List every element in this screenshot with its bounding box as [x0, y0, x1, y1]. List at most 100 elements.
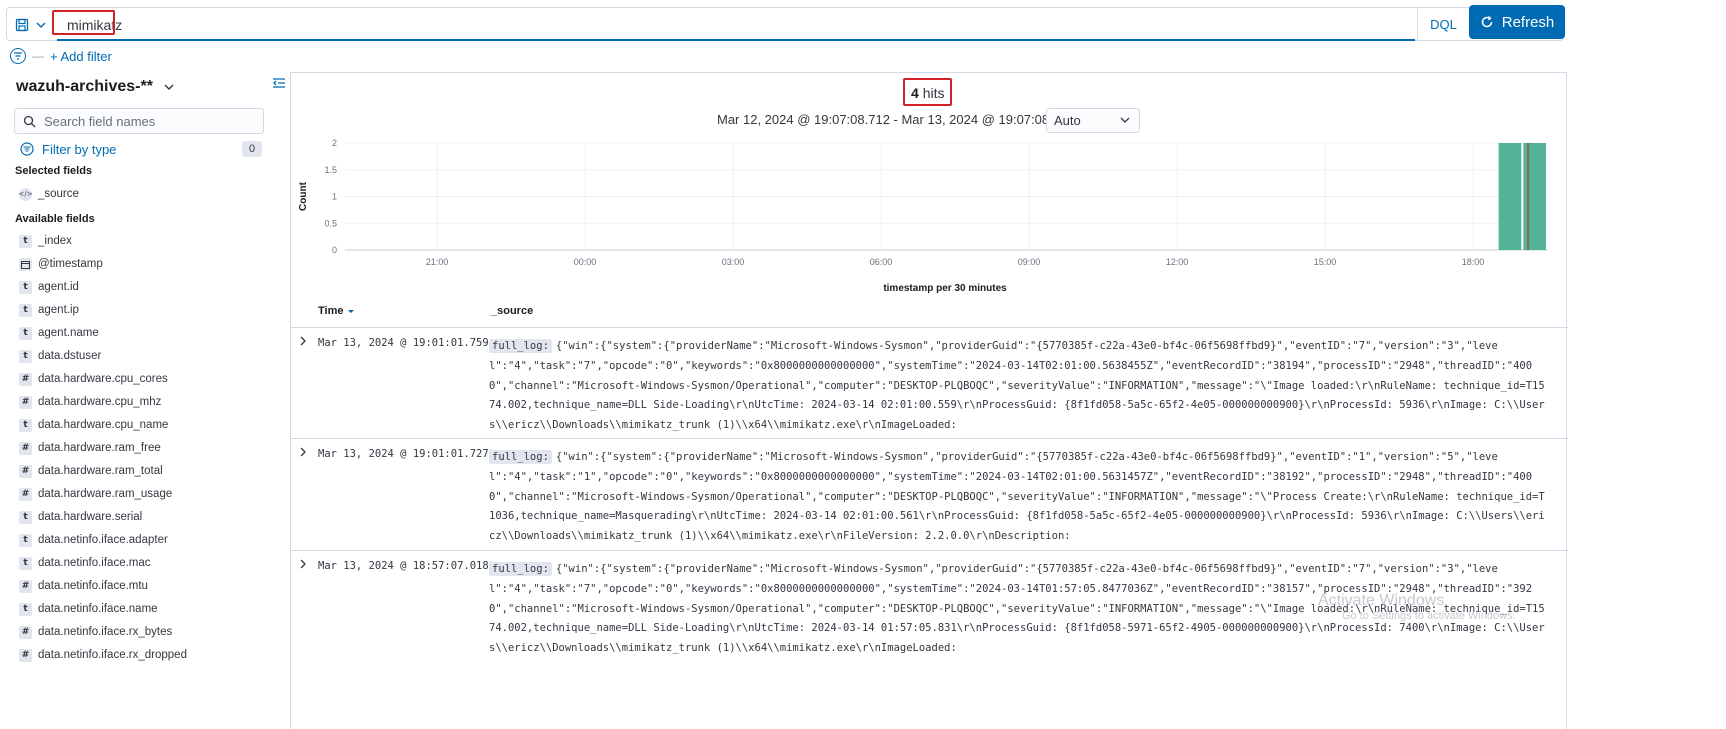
field-item[interactable]: # data.netinfo.iface.rx_dropped	[19, 646, 187, 664]
x-tick-label: 12:00	[1166, 257, 1189, 267]
refresh-button[interactable]: Refresh	[1469, 5, 1565, 39]
field-item[interactable]: # data.netinfo.iface.rx_bytes	[19, 623, 172, 641]
table-header: Time _source	[291, 305, 1568, 327]
selected-fields-title: Selected fields	[15, 165, 93, 177]
table-row: Mar 13, 2024 @ 19:01:01.727 full_log: {"wi…	[291, 438, 1568, 550]
number-field-icon: #	[19, 464, 32, 478]
x-tick-label: 18:00	[1462, 257, 1485, 267]
hits-label: hits	[922, 85, 945, 101]
number-field-icon: #	[19, 579, 32, 593]
query-input[interactable]	[59, 12, 1417, 38]
field-item[interactable]: # data.hardware.cpu_mhz	[19, 393, 161, 411]
expand-row-icon[interactable]	[299, 559, 307, 572]
number-field-icon: #	[19, 441, 32, 455]
expand-row-icon[interactable]	[299, 336, 307, 349]
x-tick-label: 06:00	[870, 257, 893, 267]
field-name: data.hardware.cpu_cores	[38, 373, 168, 385]
string-field-icon: t	[19, 602, 32, 616]
field-name: data.netinfo.iface.mac	[38, 557, 151, 569]
date-range-label: Mar 12, 2024 @ 19:07:08.712 - Mar 13, 20…	[717, 112, 1075, 127]
field-name: agent.name	[38, 327, 99, 339]
field-item[interactable]: t _index	[19, 232, 72, 250]
field-item[interactable]: t data.netinfo.iface.mac	[19, 554, 151, 572]
expand-row-icon[interactable]	[299, 447, 307, 460]
chevron-down-icon	[164, 84, 174, 90]
x-axis-title: timestamp per 30 minutes	[883, 283, 1007, 294]
field-name: data.hardware.serial	[38, 511, 143, 523]
windows-activation-watermark: Activate Windows Go to Settings to activ…	[1318, 592, 1516, 622]
calendar-icon	[19, 257, 32, 271]
interval-select[interactable]: Auto	[1046, 108, 1140, 133]
watermark-subtitle: Go to Settings to activate Windows.	[1342, 610, 1516, 622]
row-time: Mar 13, 2024 @ 18:57:07.018	[318, 560, 489, 572]
interval-value: Auto	[1054, 113, 1081, 128]
field-item[interactable]: # data.hardware.ram_usage	[19, 485, 172, 503]
field-item[interactable]: t data.dstuser	[19, 347, 101, 365]
field-name: data.hardware.cpu_name	[38, 419, 169, 431]
field-label: full_log:	[489, 562, 552, 576]
source-column-header: _source	[491, 305, 534, 317]
filter-by-type-button[interactable]: Filter by type 0	[20, 140, 262, 158]
refresh-label: Refresh	[1501, 13, 1555, 31]
add-filter-button[interactable]: + Add filter	[50, 49, 112, 64]
x-tick-label: 15:00	[1314, 257, 1337, 267]
chevron-down-icon	[36, 22, 46, 28]
refresh-icon	[1481, 16, 1492, 28]
field-item[interactable]: t data.netinfo.iface.name	[19, 600, 158, 618]
query-bar: DQL	[6, 7, 1564, 41]
row-source: full_log: {"win":{"system":{"providerName…	[489, 337, 1549, 436]
field-name: _index	[38, 235, 72, 247]
field-name: data.hardware.ram_total	[38, 465, 163, 477]
string-field-icon: t	[19, 326, 32, 340]
saved-query-button[interactable]	[15, 16, 53, 34]
field-item[interactable]: # data.hardware.cpu_cores	[19, 370, 168, 388]
y-tick-label: 0	[332, 245, 337, 255]
field-item[interactable]: @timestamp	[19, 255, 103, 273]
results-panel: 4 hits Mar 12, 2024 @ 19:07:08.712 - Mar…	[290, 72, 1568, 729]
field-name: data.netinfo.iface.name	[38, 603, 158, 615]
sort-down-icon	[348, 310, 355, 313]
field-name: data.hardware.cpu_mhz	[38, 396, 162, 408]
dql-language-button[interactable]: DQL	[1417, 8, 1469, 40]
field-item[interactable]: # data.netinfo.iface.mtu	[19, 577, 148, 595]
string-field-icon: t	[19, 556, 32, 570]
x-tick-label: 00:00	[574, 257, 597, 267]
field-item[interactable]: t agent.ip	[19, 301, 79, 319]
time-column-header[interactable]: Time	[318, 305, 355, 317]
watermark-title: Activate Windows	[1318, 592, 1445, 609]
table-row: Mar 13, 2024 @ 19:01:01.759 full_log: {"wi…	[291, 327, 1568, 438]
string-field-icon: t	[19, 349, 32, 363]
field-item[interactable]: t agent.name	[19, 324, 99, 342]
string-field-icon: t	[19, 533, 32, 547]
field-name: _source	[38, 188, 79, 200]
collapse-sidebar-icon[interactable]	[272, 76, 286, 92]
x-tick-label: 09:00	[1018, 257, 1041, 267]
number-field-icon: #	[19, 648, 32, 662]
save-icon	[15, 18, 29, 32]
field-label: full_log:	[489, 450, 552, 464]
hits-number: 4	[911, 85, 919, 101]
filter-count-badge: 0	[242, 141, 262, 157]
field-item[interactable]: # data.hardware.ram_total	[19, 462, 163, 480]
string-field-icon: t	[19, 303, 32, 317]
field-item[interactable]: t agent.id	[19, 278, 79, 296]
index-pattern-selector[interactable]: wazuh-archives-**	[16, 78, 175, 96]
field-item-source[interactable]: </> _source	[18, 185, 79, 203]
field-item[interactable]: t data.hardware.cpu_name	[19, 416, 168, 434]
histogram-chart: 0 0.5 1 1.5 2 21:00 00:00 03:00 06:00 09:00 12:00 1…	[298, 138, 1548, 294]
field-item[interactable]: t data.netinfo.iface.adapter	[19, 531, 168, 549]
row-source: full_log: {"win":{"system":{"providerName…	[489, 448, 1549, 547]
row-source-text: {"win":{"system":{"providerName":"Micros…	[489, 451, 1545, 543]
y-tick-label: 1	[332, 192, 337, 202]
string-field-icon: t	[19, 280, 32, 294]
number-field-icon: #	[19, 395, 32, 409]
search-field-names-input[interactable]: Search field names	[14, 108, 264, 134]
field-item[interactable]: t data.hardware.serial	[19, 508, 142, 526]
chevron-down-icon	[1120, 117, 1130, 123]
row-time: Mar 13, 2024 @ 19:01:01.759	[318, 337, 489, 349]
filter-options-icon[interactable]	[10, 48, 26, 64]
field-sidebar: wazuh-archives-** Search field names Fil…	[0, 72, 286, 729]
field-item[interactable]: # data.hardware.ram_free	[19, 439, 161, 457]
filter-bar: — + Add filter	[10, 46, 112, 66]
field-name: data.netinfo.iface.mtu	[38, 580, 148, 592]
